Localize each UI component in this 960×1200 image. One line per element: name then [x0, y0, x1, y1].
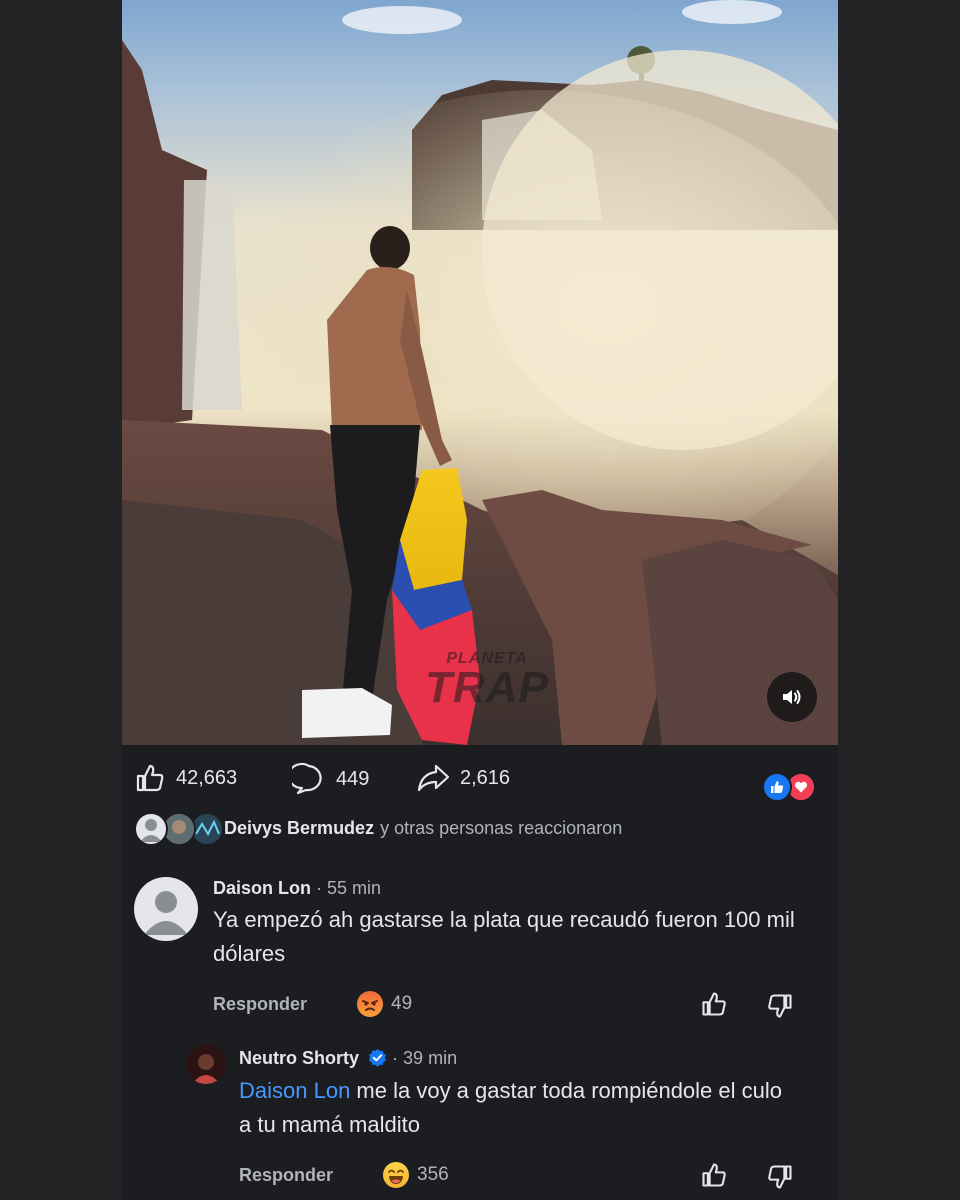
speaker-icon [783, 690, 801, 704]
thumbs-up-icon [136, 764, 164, 792]
reactor-avatars [134, 811, 224, 846]
reaction-chips[interactable] [762, 772, 816, 802]
sound-toggle-button[interactable] [767, 672, 817, 722]
comment-author-line: Neutro Shorty · 39 min [239, 1048, 458, 1068]
like-reaction-icon [762, 772, 792, 802]
watermark-logo: PLANETA TRAP [412, 650, 562, 712]
downvote-icon[interactable] [766, 1163, 794, 1191]
user-photo-icon [186, 1044, 226, 1084]
upvote-icon[interactable] [700, 990, 728, 1018]
reply-button[interactable]: Responder [213, 994, 307, 1015]
default-avatar-icon [144, 891, 188, 935]
comment-button[interactable]: 449 [292, 762, 369, 796]
verified-badge-icon [368, 1048, 387, 1067]
comment-bubble-icon [292, 762, 322, 795]
comment-reactions[interactable]: 49 [357, 991, 412, 1017]
post-actions-bar: 42,663 449 2,616 [134, 762, 834, 802]
post-video[interactable]: PLANETA TRAP [122, 0, 838, 745]
share-arrow-icon [417, 764, 450, 792]
post-panel: PLANETA TRAP 42,663 449 2,616 Deivys Ber… [122, 0, 838, 1200]
comment: Daison Lon · 55 min Ya empezó ah gastars… [122, 860, 838, 1030]
reactors-rest-text: y otras personas reaccionaron [380, 817, 623, 838]
like-button[interactable]: 42,663 [134, 762, 237, 794]
reaction-count: 356 [417, 1164, 449, 1185]
comment-reply: Neutro Shorty · 39 min Daison Lon me la … [122, 1030, 838, 1200]
mention-link[interactable]: Daison Lon [239, 1078, 350, 1103]
reactions-summary[interactable]: Deivys Bermudez y otras personas reaccio… [134, 810, 622, 846]
reactor-name[interactable]: Deivys Bermudez [224, 818, 374, 839]
comment-text: Daison Lon me la voy a gastar toda rompi… [239, 1074, 799, 1142]
downvote-icon[interactable] [766, 992, 794, 1020]
comment-author[interactable]: Neutro Shorty [239, 1048, 359, 1068]
comment-author[interactable]: Daison Lon [213, 878, 311, 898]
comment-reactions[interactable]: 356 [383, 1162, 449, 1188]
comment-avatar[interactable] [134, 877, 198, 941]
comments-count: 449 [336, 767, 370, 790]
watermark-line2: TRAP [425, 663, 549, 712]
comment-avatar[interactable] [186, 1044, 226, 1084]
upvote-icon[interactable] [700, 1161, 728, 1189]
reactor-avatar [134, 812, 168, 846]
reply-button[interactable]: Responder [239, 1165, 333, 1186]
comment-text: Ya empezó ah gastarse la plata que recau… [213, 907, 795, 966]
likes-count: 42,663 [176, 766, 238, 789]
laughing-emoji-icon [383, 1162, 409, 1188]
comment-time: 55 min [327, 878, 382, 898]
comment-time: 39 min [403, 1048, 458, 1068]
waterfall-scene-image [122, 0, 838, 745]
share-button[interactable]: 2,616 [416, 762, 510, 794]
shares-count: 2,616 [460, 766, 511, 789]
angry-emoji-icon [357, 991, 383, 1017]
comment-author-line: Daison Lon · 55 min [213, 878, 382, 898]
reaction-count: 49 [391, 993, 413, 1014]
